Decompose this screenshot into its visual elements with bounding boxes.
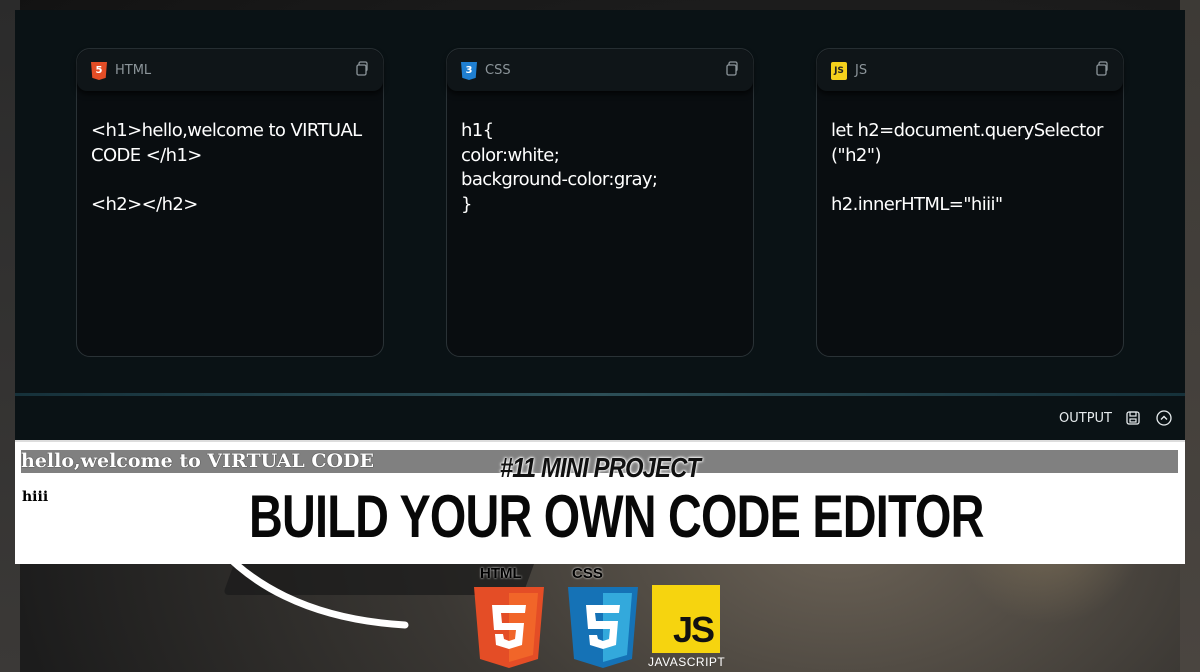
css-panel-header: 3 CSS — [447, 49, 753, 91]
tech-logos: HTML CSS JS JAVASCRIPT — [470, 565, 730, 672]
html-code-input[interactable]: <h1>hello,welcome to VIRTUAL CODE </h1> … — [91, 119, 371, 217]
js-logo-icon: JS — [652, 585, 720, 653]
js-panel: JS JS let h2=document.querySelector ("h2… — [816, 48, 1124, 357]
js-code-input[interactable]: let h2=document.querySelector ("h2") h2.… — [831, 119, 1111, 217]
code-editor-area: 5 HTML <h1>hello,welcome to VIRTUAL CODE… — [15, 10, 1185, 396]
js-logo-caption: JAVASCRIPT — [648, 655, 726, 669]
css-logo-caption: CSS — [572, 565, 603, 582]
js-panel-title: JS — [855, 63, 868, 78]
html-panel-header: 5 HTML — [77, 49, 383, 91]
css-panel: 3 CSS h1{ color:white; background-color:… — [446, 48, 754, 357]
js-panel-header: JS JS — [817, 49, 1123, 91]
html5-icon: 5 — [91, 62, 107, 80]
output-label: OUTPUT — [1059, 411, 1112, 426]
css-panel-title: CSS — [485, 63, 511, 78]
css-code-input[interactable]: h1{ color:white; background-color:gray; … — [461, 119, 741, 217]
video-subtitle: #11 MINI PROJECT — [499, 452, 701, 483]
js-icon: JS — [831, 62, 847, 80]
html-panel-title: HTML — [115, 63, 152, 78]
html-panel: 5 HTML <h1>hello,welcome to VIRTUAL CODE… — [76, 48, 384, 357]
chevron-up-icon[interactable] — [1156, 410, 1172, 426]
copy-icon[interactable] — [353, 61, 369, 77]
save-icon[interactable] — [1126, 411, 1140, 425]
css3-logo-icon — [568, 587, 638, 668]
html5-logo-icon — [474, 587, 544, 668]
output-toolbar: OUTPUT — [15, 396, 1185, 440]
output-heading-h2: hiii — [22, 489, 49, 505]
copy-icon[interactable] — [723, 61, 739, 77]
css3-icon: 3 — [461, 62, 477, 80]
js-logo-text: JS — [672, 609, 715, 650]
html-logo-caption: HTML — [480, 565, 522, 582]
video-headline: BUILD YOUR OWN CODE EDITOR — [249, 483, 984, 550]
copy-icon[interactable] — [1093, 61, 1109, 77]
